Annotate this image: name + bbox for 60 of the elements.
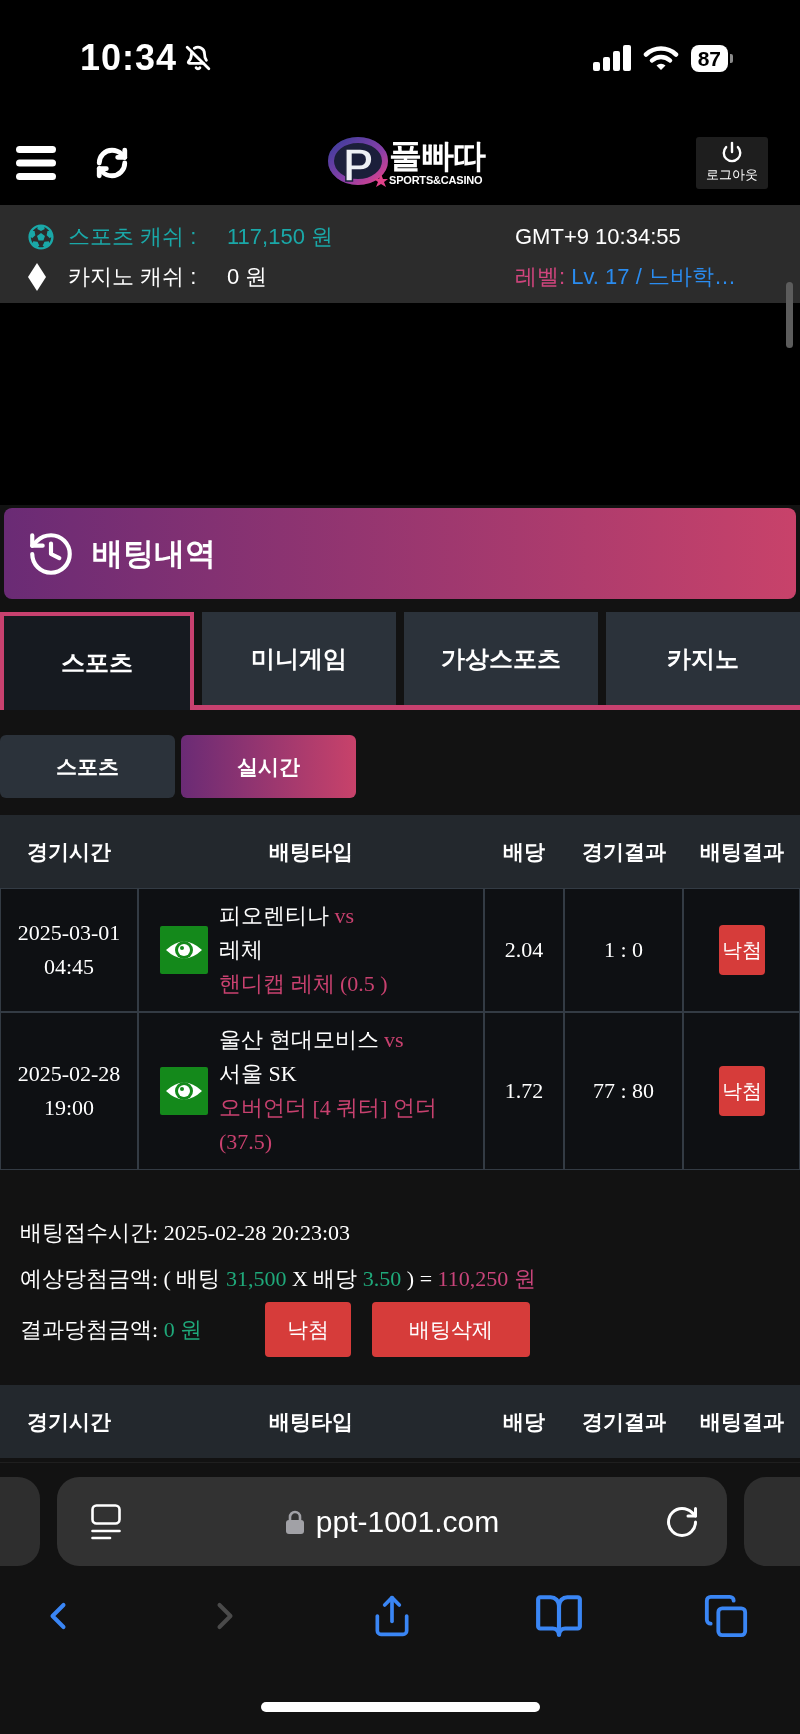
battery-indicator: 87 [690, 44, 733, 72]
column-header: 배팅결과 [699, 1408, 784, 1435]
filter-tab[interactable]: 실시간 [181, 735, 356, 798]
result-tag: 낙첨 [718, 1066, 765, 1116]
result-payout-text: 결과당첨금액: 0 원 [20, 1315, 203, 1344]
score-value: 77 : 80 [592, 1077, 655, 1105]
signal-icon [592, 45, 631, 71]
eye-icon[interactable] [160, 1067, 208, 1115]
score-value: 1 : 0 [603, 936, 644, 964]
lock-icon [285, 1509, 304, 1534]
power-icon [721, 141, 743, 163]
wallet-label: 스포츠 캐쉬 : [68, 223, 197, 251]
scrollbar-thumb[interactable] [786, 282, 793, 348]
column-header: 경기시간 [27, 1408, 111, 1435]
column-header: 배당 [503, 838, 545, 865]
bet-received-text: 배팅접수시간: 2025-02-28 20:23:03 [20, 1219, 350, 1247]
menu-icon[interactable] [16, 145, 56, 180]
column-header: 배팅타입 [269, 838, 353, 865]
wifi-icon [642, 45, 679, 71]
column-header: 배팅타입 [269, 1408, 353, 1435]
server-clock: GMT+9 10:34:55 [515, 223, 681, 251]
wallet-label: 카지노 캐쉬 : [68, 263, 197, 291]
wallet-amount: 117,150 원 [227, 223, 333, 251]
logo-tagline: SPORTS&CASINO [389, 173, 483, 186]
category-tab[interactable]: 스포츠 [0, 612, 194, 710]
column-header: 배당 [503, 1408, 545, 1435]
logout-button[interactable]: 로그아웃 [696, 136, 768, 189]
wallet-amount: 0 원 [227, 263, 268, 291]
match-time: 2025-03-01 04:45 [16, 919, 122, 981]
bet-pick: 핸디캡 레체 (0.5 ) [219, 970, 389, 998]
reader-icon[interactable] [91, 1503, 121, 1540]
result-tag: 낙첨 [265, 1302, 352, 1357]
match-teams: 피오렌티나 vs 레체 [219, 902, 356, 964]
filter-tab[interactable]: 스포츠 [0, 735, 175, 798]
match-teams: 울산 현대모비스 vs 서울 SK [219, 1026, 405, 1088]
column-header: 경기시간 [27, 838, 111, 865]
address-bar[interactable]: ppt-1001.com [57, 1477, 727, 1566]
category-tab[interactable]: 미니게임 [202, 612, 396, 705]
odds-value: 2.04 [504, 936, 544, 964]
url-text: ppt-1001.com [315, 1504, 500, 1539]
result-tag: 낙첨 [718, 925, 765, 975]
eye-icon[interactable] [160, 926, 208, 974]
column-header: 경기결과 [581, 1408, 666, 1435]
match-time: 2025-02-28 19:00 [16, 1060, 122, 1122]
refresh-icon[interactable] [95, 145, 129, 180]
stacked-squares-icon[interactable] [702, 1593, 749, 1639]
category-tab[interactable]: 카지노 [606, 612, 800, 705]
diamond-icon [28, 263, 46, 291]
page-title: 배팅내역 [92, 534, 216, 573]
column-header: 배팅결과 [699, 838, 784, 865]
bet-pick: 오버언더 [4 쿼터] 언더 (37.5) [219, 1094, 439, 1156]
user-level-text: 레벨: Lv. 17 / 느바학… [515, 263, 736, 291]
logo-wordmark: 풀빠따 [389, 139, 485, 174]
delete-bet-button[interactable]: 배팅삭제 [372, 1302, 531, 1357]
column-header: 경기결과 [581, 838, 666, 865]
status-time: 10:34 [80, 37, 178, 79]
expected-payout-text: 예상당첨금액: ( 배팅 31,500 X 배당 3.50 ) = 110,250 원 [20, 1265, 536, 1293]
logo-letter: P [342, 141, 374, 188]
odds-value: 1.72 [504, 1077, 544, 1105]
category-tab[interactable]: 가상스포츠 [404, 612, 598, 705]
